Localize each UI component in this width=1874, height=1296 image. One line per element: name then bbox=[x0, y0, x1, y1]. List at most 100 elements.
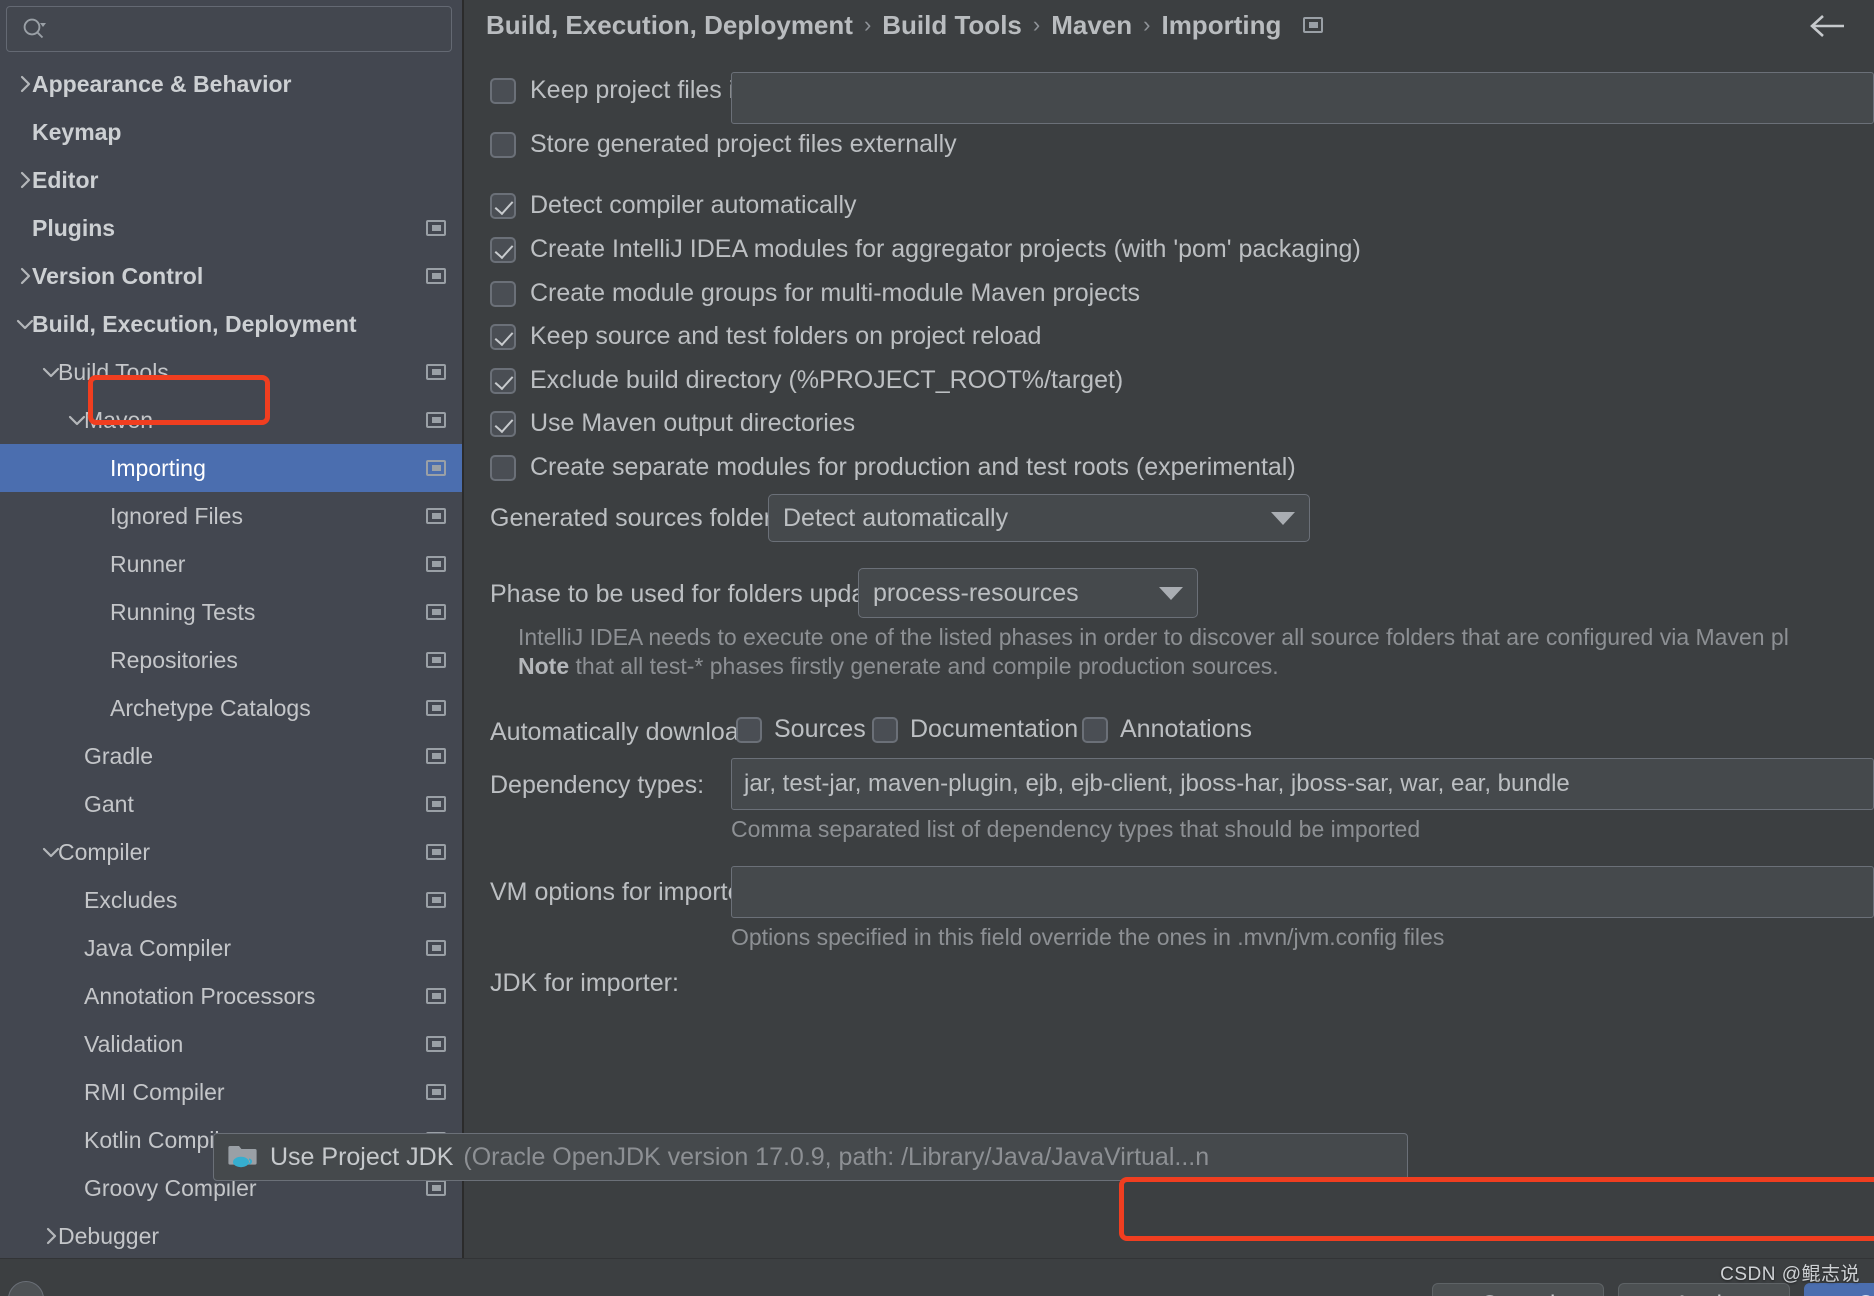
keep-project-files-checkbox[interactable] bbox=[490, 77, 516, 104]
create-separate-modules-checkbox[interactable] bbox=[490, 454, 516, 481]
store-generated-externally-checkbox[interactable] bbox=[490, 131, 516, 158]
sidebar-item-gant[interactable]: Gant bbox=[0, 780, 462, 828]
use-maven-output-dirs-row[interactable]: Use Maven output directories bbox=[490, 409, 855, 438]
split-window-icon[interactable] bbox=[426, 508, 446, 524]
sidebar-item-rmi-compiler[interactable]: RMI Compiler bbox=[0, 1068, 462, 1116]
sidebar-item-importing[interactable]: Importing bbox=[0, 444, 462, 492]
exclude-build-directory-row[interactable]: Exclude build directory (%PROJECT_ROOT%/… bbox=[490, 366, 1123, 395]
sidebar-item-version-control[interactable]: Version Control bbox=[0, 252, 462, 300]
sidebar-item-running-tests[interactable]: Running Tests bbox=[0, 588, 462, 636]
split-window-icon[interactable] bbox=[426, 844, 446, 860]
auto-download-documentation-row[interactable]: Documentation bbox=[872, 715, 1078, 744]
keep-project-files-input[interactable] bbox=[731, 72, 1874, 124]
breadcrumb-item-importing[interactable]: Importing bbox=[1161, 10, 1281, 41]
sidebar-item-annotation-processors[interactable]: Annotation Processors bbox=[0, 972, 462, 1020]
create-separate-modules-row[interactable]: Create separate modules for production a… bbox=[490, 453, 1296, 482]
sidebar-item-repositories[interactable]: Repositories bbox=[0, 636, 462, 684]
keep-source-test-folders-row[interactable]: Keep source and test folders on project … bbox=[490, 322, 1041, 351]
split-window-icon[interactable] bbox=[426, 1180, 446, 1196]
split-window-icon[interactable] bbox=[426, 412, 446, 428]
sidebar-item-validation[interactable]: Validation bbox=[0, 1020, 462, 1068]
auto-download-documentation-checkbox[interactable] bbox=[872, 716, 898, 743]
split-window-icon[interactable] bbox=[426, 652, 446, 668]
split-window-icon[interactable] bbox=[426, 700, 446, 716]
breadcrumb-item-build-tools[interactable]: Build Tools bbox=[882, 10, 1022, 41]
create-module-groups-checkbox[interactable] bbox=[490, 280, 516, 307]
chevron-right-icon[interactable] bbox=[14, 265, 36, 287]
sidebar-item-build-execution-deployment[interactable]: Build, Execution, Deployment bbox=[0, 300, 462, 348]
sidebar-item-ignored-files[interactable]: Ignored Files bbox=[0, 492, 462, 540]
auto-download-documentation-label: Documentation bbox=[910, 715, 1079, 743]
split-window-icon[interactable] bbox=[426, 268, 446, 284]
create-module-groups-row[interactable]: Create module groups for multi-module Ma… bbox=[490, 279, 1140, 308]
sidebar-item-label: Archetype Catalogs bbox=[110, 694, 311, 721]
generated-sources-dropdown[interactable]: Detect automatically bbox=[768, 494, 1310, 542]
split-window-icon[interactable] bbox=[426, 460, 446, 476]
help-icon[interactable] bbox=[8, 1281, 44, 1296]
use-maven-output-dirs-checkbox[interactable] bbox=[490, 410, 516, 437]
sidebar-item-editor[interactable]: Editor bbox=[0, 156, 462, 204]
split-window-icon[interactable] bbox=[426, 556, 446, 572]
chevron-right-icon[interactable] bbox=[40, 1225, 62, 1247]
split-window-icon[interactable] bbox=[426, 364, 446, 380]
sidebar-item-keymap[interactable]: Keymap bbox=[0, 108, 462, 156]
sidebar-item-gradle[interactable]: Gradle bbox=[0, 732, 462, 780]
keep-source-test-folders-checkbox[interactable] bbox=[490, 323, 516, 350]
chevron-down-icon[interactable] bbox=[66, 409, 88, 431]
back-arrow-icon[interactable] bbox=[1808, 10, 1848, 42]
split-window-icon[interactable] bbox=[426, 220, 446, 236]
sidebar-item-label: Importing bbox=[110, 454, 206, 481]
auto-download-sources-row[interactable]: Sources bbox=[736, 715, 866, 744]
chevron-down-icon[interactable] bbox=[14, 313, 36, 335]
sidebar-item-debugger[interactable]: Debugger bbox=[0, 1212, 462, 1258]
breadcrumb-item-build-execution-deployment[interactable]: Build, Execution, Deployment bbox=[486, 10, 853, 41]
vm-options-input[interactable] bbox=[731, 866, 1874, 918]
chevron-right-icon[interactable] bbox=[14, 169, 36, 191]
dependency-types-input[interactable]: jar, test-jar, maven-plugin, ejb, ejb-cl… bbox=[731, 758, 1874, 810]
phase-dropdown[interactable]: process-resources bbox=[858, 568, 1198, 618]
split-window-icon[interactable] bbox=[426, 892, 446, 908]
split-window-icon[interactable] bbox=[426, 940, 446, 956]
store-generated-externally-row[interactable]: Store generated project files externally bbox=[490, 130, 957, 159]
sidebar-item-compiler[interactable]: Compiler bbox=[0, 828, 462, 876]
detect-compiler-row[interactable]: Detect compiler automatically bbox=[490, 191, 857, 220]
dependency-types-help: Comma separated list of dependency types… bbox=[731, 816, 1421, 842]
chevron-down-icon[interactable] bbox=[40, 841, 62, 863]
split-window-icon[interactable] bbox=[426, 796, 446, 812]
split-window-icon[interactable] bbox=[426, 1036, 446, 1052]
sidebar-item-runner[interactable]: Runner bbox=[0, 540, 462, 588]
sidebar-item-build-tools[interactable]: Build Tools bbox=[0, 348, 462, 396]
sidebar-item-archetype-catalogs[interactable]: Archetype Catalogs bbox=[0, 684, 462, 732]
jdk-for-importer-dropdown[interactable]: Use Project JDK (Oracle OpenJDK version … bbox=[213, 1133, 1408, 1181]
jdk-for-importer-label: JDK for importer: bbox=[490, 969, 679, 997]
sidebar-item-excludes[interactable]: Excludes bbox=[0, 876, 462, 924]
sidebar-item-label: Validation bbox=[84, 1030, 184, 1057]
chevron-down-icon[interactable] bbox=[40, 361, 62, 383]
exclude-build-directory-checkbox[interactable] bbox=[490, 367, 516, 394]
auto-download-sources-checkbox[interactable] bbox=[736, 716, 762, 743]
sidebar-item-label: Gradle bbox=[84, 742, 154, 769]
auto-download-annotations-checkbox[interactable] bbox=[1082, 716, 1108, 743]
settings-search-box[interactable] bbox=[6, 6, 452, 52]
sidebar-item-java-compiler[interactable]: Java Compiler bbox=[0, 924, 462, 972]
split-window-icon[interactable] bbox=[1303, 17, 1324, 33]
split-window-icon[interactable] bbox=[426, 748, 446, 764]
sidebar-item-label: RMI Compiler bbox=[84, 1078, 225, 1105]
cancel-button[interactable]: Cancel bbox=[1432, 1283, 1604, 1296]
auto-download-annotations-row[interactable]: Annotations bbox=[1082, 715, 1252, 744]
sidebar-item-label: Excludes bbox=[84, 886, 178, 913]
sidebar-item-appearance-behavior[interactable]: Appearance & Behavior bbox=[0, 60, 462, 108]
search-input[interactable] bbox=[55, 17, 445, 41]
split-window-icon[interactable] bbox=[426, 1084, 446, 1100]
create-idea-modules-row[interactable]: Create IntelliJ IDEA modules for aggrega… bbox=[490, 235, 1361, 264]
sidebar-item-maven[interactable]: Maven bbox=[0, 396, 462, 444]
keep-project-files-row[interactable]: Keep project files in: bbox=[490, 76, 755, 105]
sidebar-item-plugins[interactable]: Plugins bbox=[0, 204, 462, 252]
detect-compiler-checkbox[interactable] bbox=[490, 192, 516, 219]
phase-help-note-rest: that all test-* phases firstly generate … bbox=[569, 653, 1279, 679]
split-window-icon[interactable] bbox=[426, 604, 446, 620]
split-window-icon[interactable] bbox=[426, 988, 446, 1004]
chevron-right-icon[interactable] bbox=[14, 73, 36, 95]
breadcrumb-item-maven[interactable]: Maven bbox=[1051, 10, 1132, 41]
create-idea-modules-checkbox[interactable] bbox=[490, 236, 516, 263]
